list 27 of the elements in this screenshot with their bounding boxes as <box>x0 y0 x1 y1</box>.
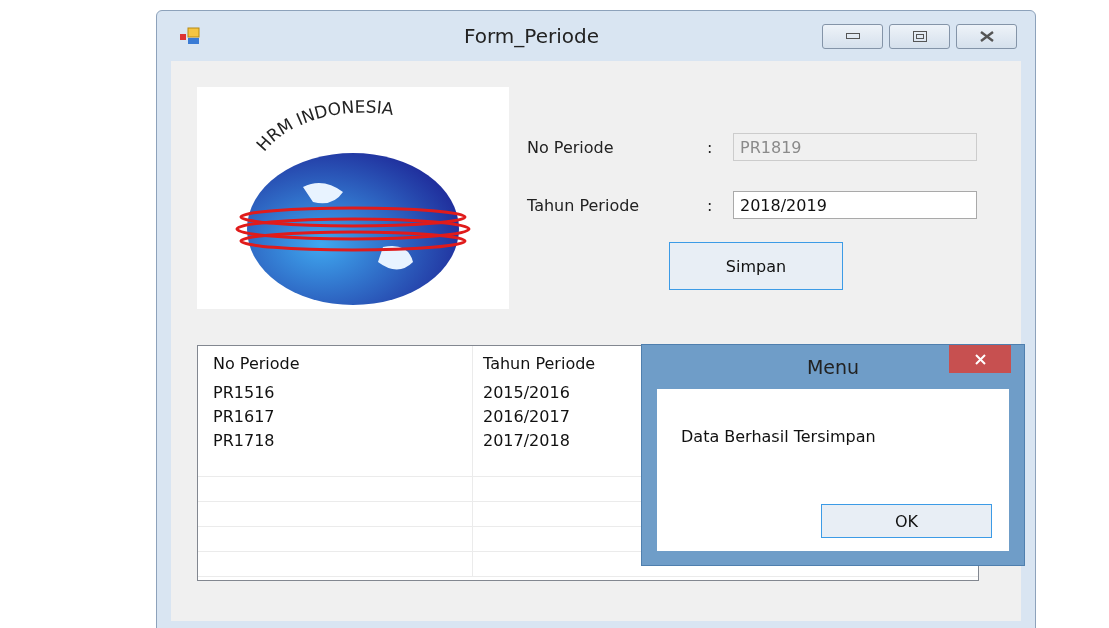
close-button[interactable] <box>949 345 1011 373</box>
minimize-icon <box>845 33 860 39</box>
close-icon <box>974 353 986 365</box>
table-cell-text: 2015/2016 <box>482 381 570 404</box>
colon-separator: : <box>707 137 714 157</box>
save-button[interactable]: Simpan <box>669 242 843 290</box>
minimize-button[interactable] <box>822 23 883 49</box>
table-cell-text: 2017/2018 <box>482 429 570 452</box>
column-header[interactable]: No Periode <box>198 346 473 380</box>
table-cell: PR1718 <box>198 428 473 452</box>
maximize-button[interactable] <box>889 23 950 49</box>
close-icon <box>978 30 995 42</box>
field-label: No Periode <box>527 137 615 157</box>
dialog-title: Menu <box>806 356 860 378</box>
column-header[interactable]: Tahun Periode <box>473 346 596 380</box>
table-cell-text: 2016/2017 <box>482 405 570 428</box>
table-cell: PR1617 <box>198 404 473 428</box>
window-title: Form_Periode <box>462 24 601 48</box>
colon-separator: : <box>707 195 714 215</box>
maximize-icon <box>912 30 927 42</box>
close-button[interactable] <box>956 23 1017 49</box>
text-field[interactable]: 2018/2019 <box>733 191 977 219</box>
dialog-message: Data Berhasil Tersimpan <box>681 427 876 446</box>
app-icon <box>179 27 201 45</box>
ok-button[interactable]: OK <box>821 504 992 538</box>
table-cell: PR1516 <box>198 380 473 404</box>
field-label: Tahun Periode <box>527 195 641 215</box>
